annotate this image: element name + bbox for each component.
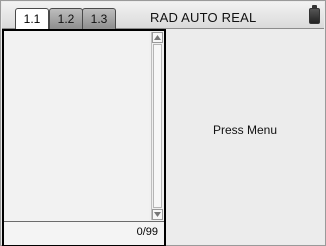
arrow-up-icon (154, 35, 161, 40)
history-counter: 0/99 (136, 226, 158, 238)
tab-1-2[interactable]: 1.2 (49, 8, 83, 29)
tab-1-3[interactable]: 1.3 (82, 8, 116, 29)
scroll-up-button[interactable] (152, 32, 163, 43)
history-area[interactable] (4, 31, 149, 221)
tab-bar: 1.1 1.2 1.3 RAD AUTO REAL (2, 2, 324, 30)
calculator-window: 1.1 1.2 1.3 RAD AUTO REAL 0/99 Press Men… (0, 0, 326, 246)
scrollbar[interactable] (151, 32, 163, 220)
tab-1-1[interactable]: 1.1 (15, 8, 49, 30)
press-menu-prompt: Press Menu (212, 123, 278, 137)
scroll-down-button[interactable] (152, 209, 163, 220)
entry-line[interactable]: 0/99 (4, 221, 164, 245)
scroll-track[interactable] (153, 44, 162, 208)
arrow-down-icon (154, 212, 161, 217)
empty-page-pane[interactable]: Press Menu (166, 29, 324, 244)
mode-status: RAD AUTO REAL (150, 10, 257, 25)
battery-icon (309, 5, 320, 24)
calculator-pane[interactable]: 0/99 (2, 29, 166, 246)
